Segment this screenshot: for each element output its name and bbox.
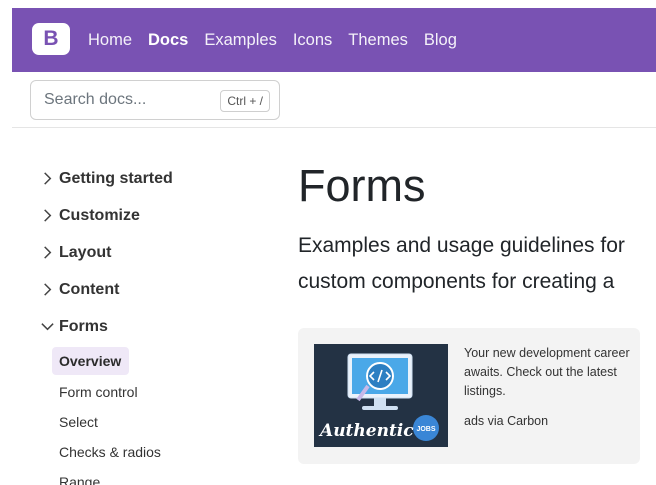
bootstrap-logo[interactable]: B — [32, 23, 70, 55]
lead-line-1: Examples and usage guidelines for — [298, 234, 625, 257]
sidebar-group-label: Customize — [59, 206, 140, 224]
sidebar-item-overview[interactable]: Overview — [52, 347, 130, 375]
top-navbar: B Home Docs Examples Icons Themes Blog — [12, 8, 656, 72]
sidebar-group-getting-started[interactable]: Getting started — [40, 160, 270, 197]
docs-subnav: Ctrl + / — [12, 72, 656, 128]
chevron-right-icon — [40, 208, 55, 223]
nav-link-docs[interactable]: Docs — [148, 31, 188, 50]
chevron-down-icon — [40, 319, 55, 334]
sidebar-group-content[interactable]: Content — [40, 271, 270, 308]
page-lead: Examples and usage guidelines for custom… — [298, 228, 656, 300]
page-title: Forms — [298, 160, 426, 211]
nav-link-themes[interactable]: Themes — [348, 31, 408, 50]
sidebar-group-label: Getting started — [59, 169, 173, 187]
ad-image[interactable]: JOBS Authentic — [314, 344, 448, 447]
sidebar-item-checks-radios[interactable]: Checks & radios — [52, 437, 270, 467]
sidebar-group-customize[interactable]: Customize — [40, 197, 270, 234]
sidebar-group-forms[interactable]: Forms — [40, 308, 270, 345]
search-box[interactable]: Ctrl + / — [30, 80, 280, 120]
ad-jobs-badge: JOBS — [416, 426, 435, 433]
docs-sidebar: Getting started Customize Layout Content… — [40, 160, 270, 485]
ads-via-carbon-link[interactable]: ads via Carbon — [464, 414, 548, 428]
carbon-ad: JOBS Authentic Your new development care… — [298, 328, 640, 464]
search-shortcut-badge: Ctrl + / — [220, 90, 270, 112]
ad-text[interactable]: Your new development career awaits. Chec… — [464, 344, 634, 401]
lead-line-2: custom components for creating a — [298, 270, 615, 293]
nav-link-blog[interactable]: Blog — [424, 31, 457, 50]
main-content: Forms Examples and usage guidelines for … — [298, 150, 656, 485]
sidebar-group-label: Content — [59, 280, 120, 298]
ad-wordmark: Authentic — [318, 421, 414, 441]
sidebar-forms-list: Overview Form control Select Checks & ra… — [40, 347, 270, 485]
sidebar-item-form-control[interactable]: Form control — [52, 377, 270, 407]
sidebar-group-label: Forms — [59, 317, 108, 335]
sidebar-group-label: Layout — [59, 243, 112, 261]
search-input[interactable] — [31, 91, 211, 109]
nav-link-examples[interactable]: Examples — [204, 31, 276, 50]
sidebar-group-layout[interactable]: Layout — [40, 234, 270, 271]
chevron-right-icon — [40, 171, 55, 186]
chevron-right-icon — [40, 245, 55, 260]
nav-links: Home Docs Examples Icons Themes Blog — [88, 8, 473, 72]
computer-illustration-icon: JOBS Authentic — [318, 353, 439, 441]
sidebar-item-range[interactable]: Range — [52, 467, 270, 485]
sidebar-item-select[interactable]: Select — [52, 407, 270, 437]
nav-link-icons[interactable]: Icons — [293, 31, 332, 50]
nav-link-home[interactable]: Home — [88, 31, 132, 50]
chevron-right-icon — [40, 282, 55, 297]
